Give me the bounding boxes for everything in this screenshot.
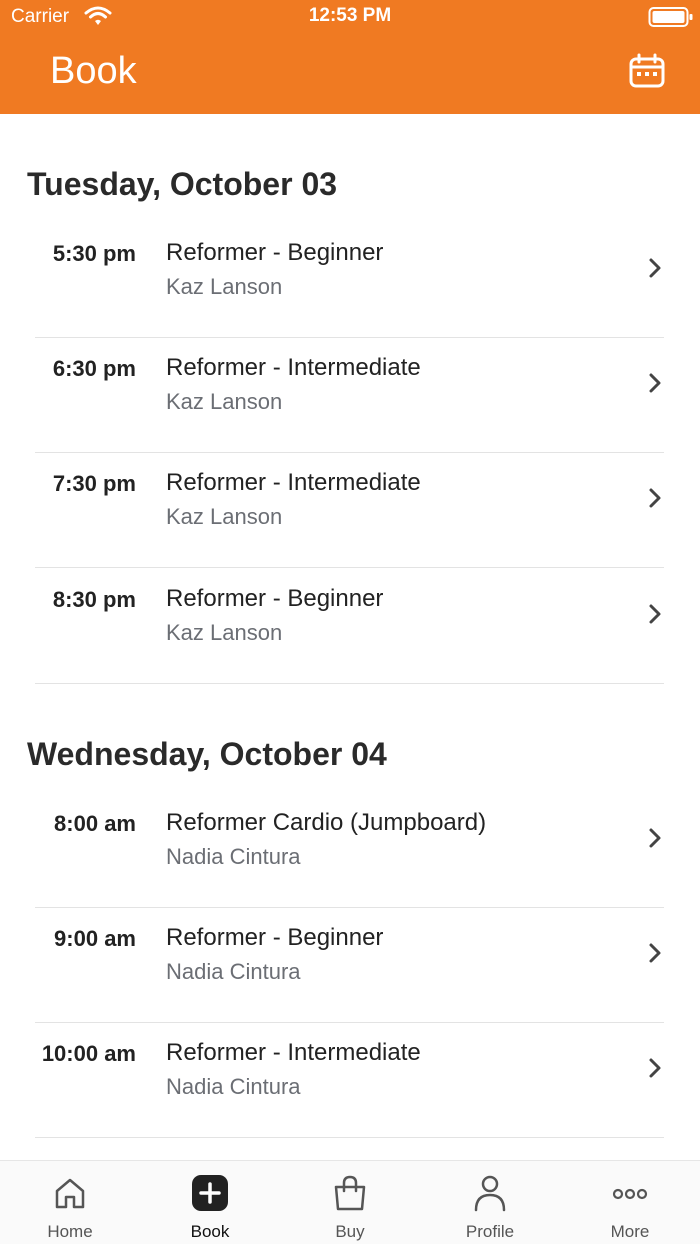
tab-buy[interactable]: Buy [280, 1161, 420, 1244]
person-icon [474, 1175, 506, 1212]
class-row[interactable]: 5:30 pm Reformer - Beginner Kaz Lanson [35, 223, 664, 338]
tab-profile[interactable]: Profile [420, 1161, 560, 1244]
class-row[interactable]: 7:30 pm Reformer - Intermediate Kaz Lans… [35, 453, 664, 568]
class-name: Reformer - Intermediate [166, 354, 421, 381]
chevron-right-icon [649, 373, 661, 393]
class-time: 5:30 pm [52, 241, 136, 266]
home-icon [55, 1178, 85, 1209]
chevron-right-icon [649, 258, 661, 278]
chevron-right-icon [649, 488, 661, 508]
calendar-icon[interactable] [628, 53, 666, 89]
chevron-right-icon [649, 828, 661, 848]
class-row[interactable]: 10:00 am Reformer - Intermediate Nadia C… [35, 1023, 664, 1138]
chevron-right-icon [649, 943, 661, 963]
chevron-right-icon [649, 1058, 661, 1078]
app-header: Carrier 12:53 PM Book [0, 0, 700, 114]
class-schedule: Tuesday, October 03 5:30 pm Reformer - B… [0, 114, 700, 1160]
class-instructor: Nadia Cintura [166, 959, 301, 984]
tab-label: Book [190, 1222, 230, 1241]
battery-icon [648, 6, 694, 33]
class-time: 7:30 pm [52, 471, 136, 496]
class-name: Reformer - Intermediate [166, 469, 421, 496]
day-heading: Tuesday, October 03 [27, 166, 338, 202]
tab-label: Profile [465, 1222, 515, 1241]
class-instructor: Kaz Lanson [166, 274, 283, 299]
class-instructor: Kaz Lanson [166, 504, 283, 529]
class-row[interactable]: 8:00 am Reformer Cardio (Jumpboard) Nadi… [35, 793, 664, 908]
shopping-bag-icon [334, 1175, 366, 1211]
class-name: Reformer Cardio (Jumpboard) [166, 809, 487, 836]
class-time: 8:30 pm [52, 587, 136, 612]
tab-bar: Home Book Buy Profile More [0, 1160, 700, 1244]
class-instructor: Nadia Cintura [166, 1074, 301, 1099]
class-row[interactable]: 9:00 am Reformer - Beginner Nadia Cintur… [35, 908, 664, 1023]
tab-home[interactable]: Home [0, 1161, 140, 1244]
tab-more[interactable]: More [560, 1161, 700, 1244]
plus-square-icon [192, 1175, 228, 1211]
class-name: Reformer - Beginner [166, 239, 384, 266]
class-name: Reformer - Beginner [166, 585, 384, 612]
class-time: 8:00 am [54, 811, 136, 836]
more-dots-icon [612, 1188, 648, 1200]
status-bar: Carrier 12:53 PM [0, 0, 700, 34]
class-instructor: Nadia Cintura [166, 844, 301, 869]
day-heading: Wednesday, October 04 [27, 736, 387, 772]
class-name: Reformer - Beginner [166, 924, 384, 951]
class-name: Reformer - Intermediate [166, 1039, 421, 1066]
class-instructor: Kaz Lanson [166, 620, 283, 645]
class-instructor: Kaz Lanson [166, 389, 283, 414]
class-time: 6:30 pm [52, 356, 136, 381]
tab-label: More [610, 1222, 650, 1241]
class-time: 10:00 am [41, 1041, 136, 1066]
tab-book[interactable]: Book [140, 1161, 280, 1244]
class-row[interactable]: 6:30 pm Reformer - Intermediate Kaz Lans… [35, 338, 664, 453]
status-time: 12:53 PM [308, 5, 392, 26]
page-title: Book [50, 50, 137, 92]
chevron-right-icon [649, 604, 661, 624]
tab-label: Buy [335, 1222, 365, 1241]
class-time: 9:00 am [54, 926, 136, 951]
tab-label: Home [47, 1222, 93, 1241]
class-row[interactable]: 8:30 pm Reformer - Beginner Kaz Lanson [35, 569, 664, 684]
